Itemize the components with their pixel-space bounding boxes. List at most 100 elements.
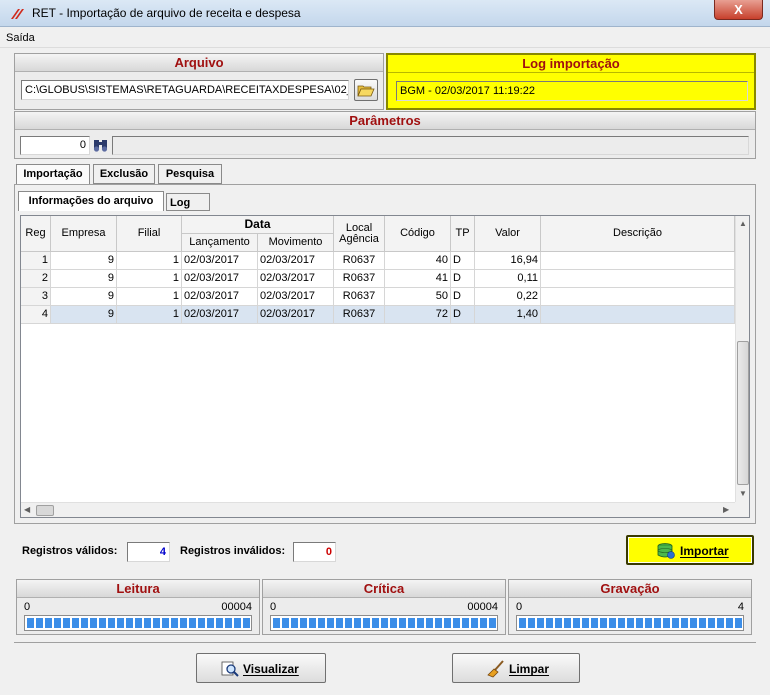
progress-segment <box>681 618 688 628</box>
cell-valor[interactable]: 0,11 <box>475 270 541 288</box>
arquivo-path-field[interactable]: C:\GLOBUS\SISTEMAS\RETAGUARDA\RECEITAXDE… <box>21 80 349 100</box>
cell-filial[interactable]: 1 <box>117 288 182 306</box>
col-header-empresa[interactable]: Empresa <box>51 216 117 252</box>
table-row[interactable]: 2 9 1 02/03/2017 02/03/2017 R0637 41 D 0,11 <box>21 270 735 288</box>
col-header-movimento[interactable]: Movimento <box>258 234 334 252</box>
cell-tp[interactable]: D <box>451 270 475 288</box>
progress-segment <box>519 618 526 628</box>
tab-exclusao[interactable]: Exclusão <box>93 164 155 184</box>
vertical-scrollbar[interactable]: ▲ ▼ <box>735 216 749 502</box>
registros-invalidos-label: Registros inválidos: <box>180 545 286 557</box>
cell-reg[interactable]: 2 <box>21 270 51 288</box>
cell-lancamento[interactable]: 02/03/2017 <box>182 252 258 270</box>
cell-movimento[interactable]: 02/03/2017 <box>258 252 334 270</box>
table-row[interactable]: 4 9 1 02/03/2017 02/03/2017 R0637 72 D 1,40 <box>21 306 735 324</box>
close-button[interactable]: X <box>714 0 763 20</box>
horizontal-scrollbar[interactable]: ◀ ▶ <box>21 502 735 517</box>
scroll-left-arrow-icon[interactable]: ◀ <box>24 505 30 514</box>
progress-segment <box>609 618 616 628</box>
progress-segment <box>318 618 325 628</box>
cell-filial[interactable]: 1 <box>117 306 182 324</box>
cell-local[interactable]: R0637 <box>334 270 385 288</box>
cell-tp[interactable]: D <box>451 288 475 306</box>
cell-valor[interactable]: 0,22 <box>475 288 541 306</box>
col-header-descricao[interactable]: Descrição <box>541 216 735 252</box>
col-header-filial[interactable]: Filial <box>117 216 182 252</box>
table-row[interactable]: 3 9 1 02/03/2017 02/03/2017 R0637 50 D 0,22 <box>21 288 735 306</box>
parametros-header: Parâmetros <box>15 112 755 130</box>
col-header-lancamento[interactable]: Lançamento <box>182 234 258 252</box>
cell-empresa[interactable]: 9 <box>51 288 117 306</box>
cell-movimento[interactable]: 02/03/2017 <box>258 306 334 324</box>
progress-segment <box>708 618 715 628</box>
cell-filial[interactable]: 1 <box>117 252 182 270</box>
scroll-down-arrow-icon[interactable]: ▼ <box>739 489 747 498</box>
col-header-valor[interactable]: Valor <box>475 216 541 252</box>
scroll-thumb[interactable] <box>737 341 749 485</box>
progress-segment <box>663 618 670 628</box>
cell-tp[interactable]: D <box>451 252 475 270</box>
scroll-right-arrow-icon[interactable]: ▶ <box>723 505 729 514</box>
table-row[interactable]: 1 9 1 02/03/2017 02/03/2017 R0637 40 D 16,94 <box>21 252 735 270</box>
cell-local[interactable]: R0637 <box>334 306 385 324</box>
progress-segment <box>618 618 625 628</box>
col-header-local[interactable]: Local Agência <box>334 216 385 252</box>
progress-segment <box>555 618 562 628</box>
data-grid[interactable]: Reg Empresa Filial Data Lançamento Movim… <box>20 215 750 518</box>
scroll-hthumb[interactable] <box>36 505 54 516</box>
cell-reg[interactable]: 3 <box>21 288 51 306</box>
parametros-lookup-button[interactable] <box>92 136 110 155</box>
subtab-informacoes[interactable]: Informações do arquivo <box>18 191 164 211</box>
cell-descricao[interactable] <box>541 270 735 288</box>
binoculars-icon <box>93 140 108 152</box>
cell-empresa[interactable]: 9 <box>51 270 117 288</box>
cell-local[interactable]: R0637 <box>334 252 385 270</box>
tab-importacao[interactable]: Importação <box>16 164 90 184</box>
cell-codigo[interactable]: 40 <box>385 252 451 270</box>
cell-empresa[interactable]: 9 <box>51 306 117 324</box>
cell-empresa[interactable]: 9 <box>51 252 117 270</box>
menu-item-saida[interactable]: Saída <box>6 32 35 44</box>
cell-reg[interactable]: 1 <box>21 252 51 270</box>
progress-segment <box>672 618 679 628</box>
cell-descricao[interactable] <box>541 252 735 270</box>
progress-segment <box>189 618 196 628</box>
browse-file-button[interactable] <box>354 79 378 101</box>
parametros-description-field <box>112 136 749 155</box>
cell-movimento[interactable]: 02/03/2017 <box>258 288 334 306</box>
col-header-tp[interactable]: TP <box>451 216 475 252</box>
scroll-up-arrow-icon[interactable]: ▲ <box>739 219 747 228</box>
cell-reg[interactable]: 4 <box>21 306 51 324</box>
limpar-button[interactable]: Limpar <box>452 653 580 683</box>
cell-movimento[interactable]: 02/03/2017 <box>258 270 334 288</box>
cell-lancamento[interactable]: 02/03/2017 <box>182 306 258 324</box>
progress-segment <box>126 618 133 628</box>
cell-lancamento[interactable]: 02/03/2017 <box>182 288 258 306</box>
cell-filial[interactable]: 1 <box>117 270 182 288</box>
cell-valor[interactable]: 16,94 <box>475 252 541 270</box>
progress-segment <box>654 618 661 628</box>
visualizar-button[interactable]: Visualizar <box>196 653 326 683</box>
progress-segment <box>381 618 388 628</box>
cell-codigo[interactable]: 50 <box>385 288 451 306</box>
cell-local[interactable]: R0637 <box>334 288 385 306</box>
cell-lancamento[interactable]: 02/03/2017 <box>182 270 258 288</box>
menu-bar: Saída <box>0 28 770 48</box>
cell-descricao[interactable] <box>541 288 735 306</box>
col-header-reg[interactable]: Reg <box>21 216 51 252</box>
tab-pesquisa[interactable]: Pesquisa <box>158 164 222 184</box>
cell-descricao[interactable] <box>541 306 735 324</box>
database-import-icon <box>657 543 675 559</box>
cell-codigo[interactable]: 72 <box>385 306 451 324</box>
importar-button[interactable]: Importar <box>626 535 754 565</box>
gravacao-max-label: 4 <box>737 601 744 613</box>
cell-codigo[interactable]: 41 <box>385 270 451 288</box>
cell-tp[interactable]: D <box>451 306 475 324</box>
col-header-codigo[interactable]: Código <box>385 216 451 252</box>
arquivo-header: Arquivo <box>15 54 383 72</box>
cell-valor[interactable]: 1,40 <box>475 306 541 324</box>
subtab-log[interactable]: Log <box>166 193 210 211</box>
progress-segment <box>45 618 52 628</box>
critica-panel: Crítica 0 00004 <box>262 579 506 635</box>
parametros-number-field[interactable]: 0 <box>20 136 90 155</box>
